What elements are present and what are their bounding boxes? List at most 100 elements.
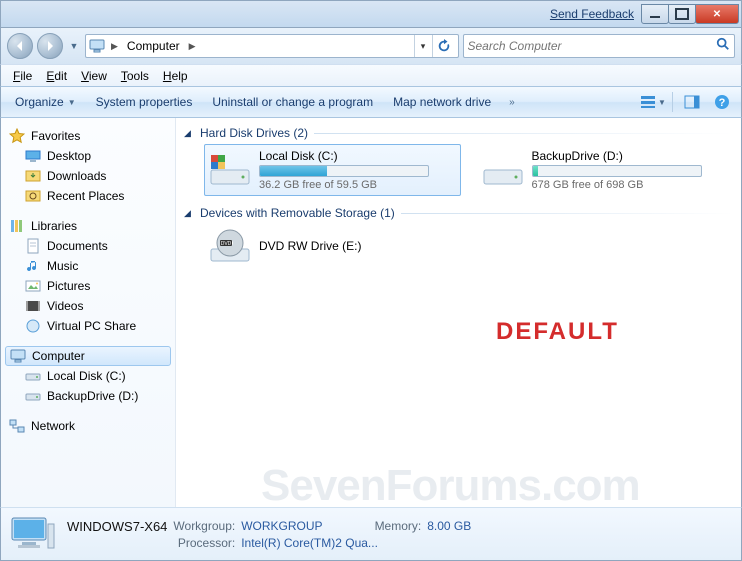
cmd-uninstall-program[interactable]: Uninstall or change a program	[204, 91, 381, 113]
back-button[interactable]	[7, 33, 33, 59]
cmd-overflow[interactable]: »	[503, 97, 521, 108]
sidebar-item-documents[interactable]: Documents	[1, 236, 175, 256]
sidebar-libraries[interactable]: Libraries	[1, 216, 175, 236]
sidebar-item-recent[interactable]: Recent Places	[1, 186, 175, 206]
side-group-network: Network	[1, 416, 175, 436]
details-workgroup-label: Workgroup:	[173, 519, 235, 533]
drive-hdd-icon	[482, 152, 524, 188]
computer-icon	[10, 348, 26, 364]
documents-icon	[25, 238, 41, 254]
search-icon	[716, 37, 730, 56]
breadcrumb-arrow[interactable]: ▶	[186, 41, 199, 52]
share-icon	[25, 318, 41, 334]
search-box[interactable]	[463, 34, 736, 58]
capacity-bar	[259, 165, 429, 177]
cmd-organize[interactable]: Organize▼	[7, 91, 84, 113]
sidebar-item-downloads[interactable]: Downloads	[1, 166, 175, 186]
navigation-pane: Favorites Desktop Downloads Recent Place…	[1, 118, 176, 507]
sidebar-favorites[interactable]: Favorites	[1, 126, 175, 146]
pictures-icon	[25, 278, 41, 294]
removable-row: DVD DVD RW Drive (E:)	[204, 224, 733, 270]
cmd-system-properties[interactable]: System properties	[88, 91, 201, 113]
preview-pane-button[interactable]	[679, 90, 705, 114]
drive-icon	[25, 368, 41, 384]
drive-local-disk-c[interactable]: Local Disk (C:) 36.2 GB free of 59.5 GB	[204, 144, 461, 196]
breadcrumb-root-arrow[interactable]: ▶	[108, 41, 121, 52]
content-pane: ◢ Hard Disk Drives (2) Local Disk (C:) 3…	[176, 118, 741, 507]
menu-bar: File Edit View Tools Help	[0, 64, 742, 86]
main-area: Favorites Desktop Downloads Recent Place…	[0, 118, 742, 507]
help-button[interactable]: ?	[709, 90, 735, 114]
drive-freespace: 678 GB free of 698 GB	[532, 179, 729, 191]
refresh-button[interactable]	[432, 35, 456, 57]
drive-dvd-e[interactable]: DVD DVD RW Drive (E:)	[204, 224, 424, 270]
music-icon	[25, 258, 41, 274]
close-button[interactable]	[695, 4, 739, 24]
address-dropdown[interactable]: ▾	[414, 35, 432, 57]
menu-edit[interactable]: Edit	[40, 67, 73, 85]
downloads-icon	[25, 168, 41, 184]
sidebar-item-desktop[interactable]: Desktop	[1, 146, 175, 166]
dvd-drive-icon: DVD	[209, 229, 251, 265]
send-feedback-link[interactable]: Send Feedback	[550, 7, 634, 21]
sidebar-item-local-disk-c[interactable]: Local Disk (C:)	[1, 366, 175, 386]
navbar: ▼ ▶ Computer ▶ ▾	[0, 28, 742, 64]
sidebar-network[interactable]: Network	[1, 416, 175, 436]
desktop-icon	[25, 148, 41, 164]
search-input[interactable]	[468, 39, 717, 53]
breadcrumb-segment-computer[interactable]: Computer	[123, 35, 184, 57]
details-processor-label: Processor:	[173, 536, 235, 550]
sidebar-item-virtualpc[interactable]: Virtual PC Share	[1, 316, 175, 336]
details-workgroup: WORKGROUP	[241, 519, 322, 533]
drive-label: BackupDrive (D:)	[532, 149, 729, 163]
computer-icon	[88, 37, 106, 55]
menu-view[interactable]: View	[75, 67, 113, 85]
side-group-libraries: Libraries Documents Music Pictures Video…	[1, 216, 175, 336]
maximize-button[interactable]	[668, 4, 696, 24]
drive-backup-d[interactable]: BackupDrive (D:) 678 GB free of 698 GB	[477, 144, 734, 196]
address-bar[interactable]: ▶ Computer ▶ ▾	[85, 34, 459, 58]
sidebar-computer[interactable]: Computer	[5, 346, 171, 366]
videos-icon	[25, 298, 41, 314]
sidebar-item-backup-drive-d[interactable]: BackupDrive (D:)	[1, 386, 175, 406]
details-processor: Intel(R) Core(TM)2 Qua...	[241, 536, 471, 550]
drive-hdd-icon	[209, 152, 251, 188]
drive-label: DVD RW Drive (E:)	[259, 239, 419, 253]
details-name: WINDOWS7-X64	[67, 519, 167, 534]
capacity-bar	[532, 165, 702, 177]
group-hdd[interactable]: ◢ Hard Disk Drives (2)	[184, 126, 733, 140]
minimize-button[interactable]	[641, 4, 669, 24]
menu-tools[interactable]: Tools	[115, 67, 155, 85]
group-removable[interactable]: ◢ Devices with Removable Storage (1)	[184, 206, 733, 220]
details-memory: 8.00 GB	[427, 519, 471, 533]
menu-help[interactable]: Help	[157, 67, 194, 85]
sidebar-item-music[interactable]: Music	[1, 256, 175, 276]
svg-text:?: ?	[719, 97, 726, 109]
recent-icon	[25, 188, 41, 204]
forward-button[interactable]	[37, 33, 63, 59]
collapse-icon[interactable]: ◢	[184, 128, 194, 139]
details-pane: WINDOWS7-X64 Workgroup: WORKGROUP Memory…	[0, 507, 742, 561]
libraries-icon	[9, 218, 25, 234]
drive-label: Local Disk (C:)	[259, 149, 456, 163]
nav-history-dropdown[interactable]: ▼	[67, 34, 81, 58]
drive-icon	[25, 388, 41, 404]
collapse-icon[interactable]: ◢	[184, 208, 194, 219]
watermark: SevenForums.com	[261, 461, 640, 507]
side-group-favorites: Favorites Desktop Downloads Recent Place…	[1, 126, 175, 206]
star-icon	[9, 128, 25, 144]
side-group-computer: Computer Local Disk (C:) BackupDrive (D:…	[1, 346, 175, 406]
sidebar-item-pictures[interactable]: Pictures	[1, 276, 175, 296]
view-mode-button[interactable]: ▼	[640, 90, 666, 114]
overlay-default: DEFAULT	[496, 318, 619, 346]
menu-file[interactable]: File	[7, 67, 38, 85]
cmd-map-drive[interactable]: Map network drive	[385, 91, 499, 113]
titlebar: Send Feedback	[0, 0, 742, 28]
window-buttons	[642, 4, 739, 24]
command-bar: Organize▼ System properties Uninstall or…	[0, 86, 742, 118]
sidebar-item-videos[interactable]: Videos	[1, 296, 175, 316]
svg-text:DVD: DVD	[221, 241, 232, 247]
details-memory-label: Memory:	[375, 519, 422, 533]
computer-large-icon	[9, 513, 57, 555]
network-icon	[9, 418, 25, 434]
